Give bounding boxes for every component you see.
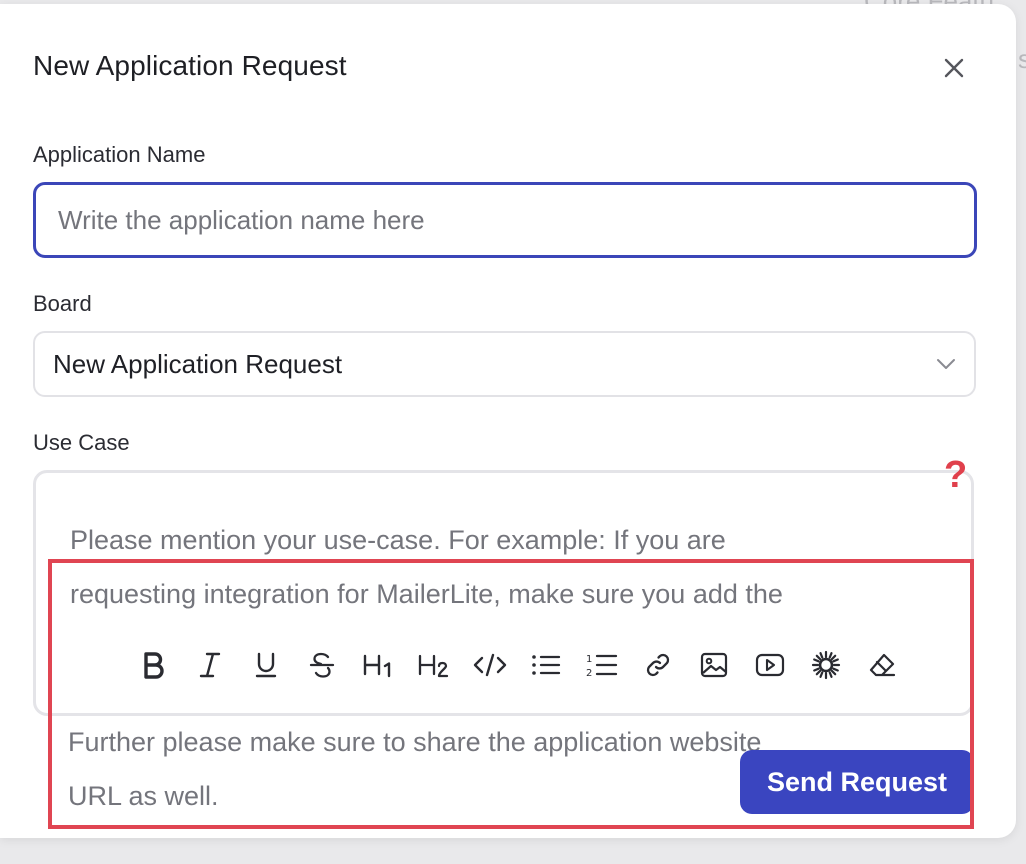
close-button[interactable] — [936, 50, 972, 86]
formatting-toolbar: 1 2 — [126, 643, 910, 687]
strikethrough-icon — [309, 652, 335, 678]
code-button[interactable] — [462, 643, 518, 687]
link-icon — [646, 653, 670, 677]
video-icon — [755, 653, 785, 677]
bold-icon — [144, 652, 164, 679]
annotation-help-mark: ? — [944, 454, 968, 496]
bullet-list-button[interactable] — [518, 643, 574, 687]
placeholder-line: Please mention your use-case. For exampl… — [70, 525, 726, 555]
application-name-label: Application Name — [33, 142, 206, 167]
italic-button[interactable] — [182, 643, 238, 687]
image-icon — [700, 652, 728, 678]
heading2-icon — [418, 654, 449, 678]
code-icon — [473, 653, 507, 677]
heading2-button[interactable] — [406, 643, 462, 687]
underline-icon — [255, 652, 277, 678]
use-case-label: Use Case — [33, 430, 130, 455]
italic-icon — [199, 652, 221, 678]
numbered-list-button[interactable]: 1 2 — [574, 643, 630, 687]
strikethrough-button[interactable] — [294, 643, 350, 687]
video-button[interactable] — [742, 643, 798, 687]
underline-button[interactable] — [238, 643, 294, 687]
heading1-icon — [363, 654, 391, 678]
board-selected-value: New Application Request — [53, 348, 343, 379]
new-application-modal: New Application Request Application Name… — [0, 4, 1016, 838]
link-button[interactable] — [630, 643, 686, 687]
bold-button[interactable] — [126, 643, 182, 687]
embed-icon — [811, 650, 841, 680]
board-select[interactable]: New Application Request — [33, 331, 976, 397]
chevron-down-icon — [937, 359, 955, 369]
heading1-button[interactable] — [350, 643, 406, 687]
modal-title: New Application Request — [33, 50, 347, 81]
clear-format-button[interactable] — [854, 643, 910, 687]
clear-format-icon — [869, 653, 896, 677]
application-name-input[interactable] — [33, 182, 977, 258]
send-request-button[interactable]: Send Request — [740, 750, 974, 814]
placeholder-line: requesting integration for MailerLite, m… — [70, 579, 783, 609]
numbered-list-icon: 1 2 — [586, 654, 618, 679]
board-label: Board — [33, 291, 92, 316]
backdrop-text: st — [1018, 44, 1026, 74]
use-case-editor[interactable]: Please mention your use-case. For exampl… — [33, 470, 974, 716]
embed-button[interactable] — [798, 643, 854, 687]
svg-text:2: 2 — [586, 668, 592, 679]
svg-text:1: 1 — [586, 654, 592, 665]
image-button[interactable] — [686, 643, 742, 687]
bullet-list-icon — [532, 655, 561, 675]
close-icon — [944, 58, 964, 78]
